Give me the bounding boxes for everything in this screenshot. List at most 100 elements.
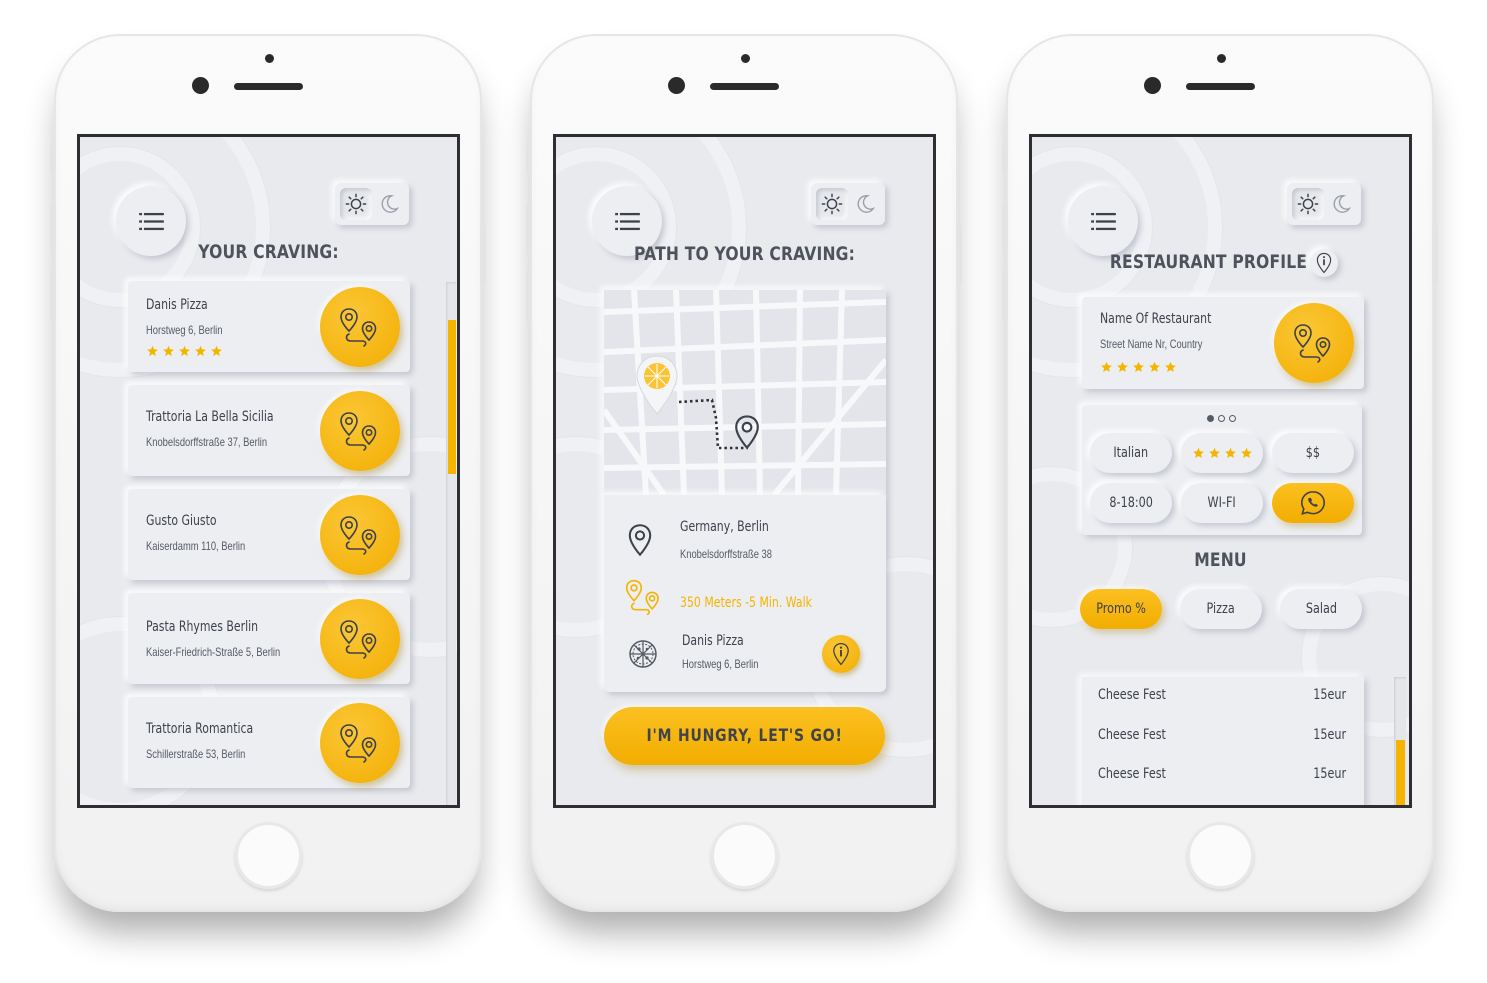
info-icon xyxy=(1315,252,1333,274)
route-button[interactable] xyxy=(320,495,400,575)
rating-stars xyxy=(1100,361,1177,373)
hours-chip[interactable]: 8-18:00 xyxy=(1090,483,1172,523)
front-camera xyxy=(741,54,750,63)
earpiece-speaker xyxy=(234,83,303,90)
price-label: $$ xyxy=(1305,445,1321,461)
destination-pin-icon xyxy=(732,414,762,450)
hamburger-icon xyxy=(1091,212,1116,231)
dark-mode-toggle[interactable] xyxy=(849,188,881,220)
carousel-dots[interactable] xyxy=(1207,415,1236,422)
theme-toggle[interactable] xyxy=(811,183,885,225)
menu-list: Cheese Fest 15eur Cheese Fest 15eur Chee… xyxy=(1082,677,1364,805)
carousel-dot[interactable] xyxy=(1207,415,1214,422)
restaurant-header-card: Name Of Restaurant Street Name Nr, Count… xyxy=(1082,297,1364,389)
tab-label: Salad xyxy=(1305,601,1337,617)
rating-stars xyxy=(146,345,223,357)
restaurant-card[interactable]: Danis Pizza Horstweg 6, Berlin xyxy=(128,281,410,372)
carousel-dot[interactable] xyxy=(1218,415,1225,422)
hours-label: 8-18:00 xyxy=(1109,495,1153,511)
menu-item-name: Cheese Fest xyxy=(1098,766,1166,782)
info-button[interactable] xyxy=(1310,249,1338,277)
lets-go-label: I'M HUNGRY, LET'S GO! xyxy=(646,726,843,746)
moon-icon xyxy=(1330,193,1352,215)
route-button[interactable] xyxy=(1274,303,1354,383)
light-mode-toggle[interactable] xyxy=(1291,188,1324,220)
walk-distance: 350 Meters -5 Min. Walk xyxy=(680,595,812,611)
restaurant-address: Horstweg 6, Berlin xyxy=(146,323,223,337)
restaurant-address: Kaiser-Friedrich-Straße 5, Berlin xyxy=(146,645,281,659)
star-icon xyxy=(194,345,207,357)
wifi-chip[interactable]: WI-FI xyxy=(1181,483,1263,523)
route-pins-icon xyxy=(1292,321,1336,365)
lets-go-button[interactable]: I'M HUNGRY, LET'S GO! xyxy=(604,707,885,765)
cuisine-chip[interactable]: Italian xyxy=(1090,433,1172,473)
dark-mode-toggle[interactable] xyxy=(373,188,405,220)
hamburger-icon xyxy=(615,212,640,231)
tab-label: Pizza xyxy=(1206,601,1236,617)
stars-chip[interactable] xyxy=(1181,433,1263,473)
phone-frame-1: YOUR CRAVING: Danis Pizza Horstweg 6, Be… xyxy=(50,34,486,912)
star-icon xyxy=(162,345,175,357)
home-button[interactable] xyxy=(711,822,778,889)
page-title: PATH TO YOUR CRAVING: xyxy=(633,243,856,265)
menu-item[interactable]: Cheese Fest 15eur xyxy=(1098,687,1346,703)
theme-toggle[interactable] xyxy=(335,183,409,225)
route-button[interactable] xyxy=(320,599,400,679)
restaurant-card[interactable]: Trattoria La Bella Sicilia Knobelsdorffs… xyxy=(128,385,410,476)
current-location-city: Germany, Berlin xyxy=(680,519,769,535)
page-title: YOUR CRAVING: xyxy=(198,241,339,263)
route-button[interactable] xyxy=(320,703,400,783)
price-chip[interactable]: $$ xyxy=(1272,433,1354,473)
whatsapp-button[interactable] xyxy=(1272,483,1354,523)
light-mode-toggle[interactable] xyxy=(339,188,372,220)
menu-item-name: Cheese Fest xyxy=(1098,727,1166,743)
route-button[interactable] xyxy=(320,391,400,471)
restaurant-name: Danis Pizza xyxy=(146,297,208,313)
sun-icon xyxy=(1297,193,1319,215)
dark-mode-toggle[interactable] xyxy=(1325,188,1357,220)
restaurant-address: Kaiserdamm 110, Berlin xyxy=(146,539,246,553)
info-button[interactable] xyxy=(822,635,860,673)
earpiece-speaker xyxy=(1186,83,1255,90)
tab-pizza[interactable]: Pizza xyxy=(1180,589,1262,629)
sun-icon xyxy=(821,193,843,215)
tab-salad[interactable]: Salad xyxy=(1280,589,1362,629)
restaurant-name: Trattoria La Bella Sicilia xyxy=(146,409,274,425)
menu-item-price: 15eur xyxy=(1313,727,1346,743)
menu-scrollbar-thumb[interactable] xyxy=(1396,740,1405,805)
light-mode-toggle[interactable] xyxy=(815,188,848,220)
star-icon xyxy=(210,345,223,357)
theme-toggle[interactable] xyxy=(1287,183,1361,225)
route-map[interactable] xyxy=(604,290,886,495)
tab-promo[interactable]: Promo % xyxy=(1080,589,1162,629)
restaurant-address: Knobelsdorffstraße 37, Berlin xyxy=(146,435,268,449)
menu-button[interactable] xyxy=(1068,186,1138,256)
carousel-dot[interactable] xyxy=(1229,415,1236,422)
star-icon xyxy=(146,345,159,357)
current-location-street: Knobelsdorffstraße 38 xyxy=(680,547,772,561)
menu-item-price: 15eur xyxy=(1313,766,1346,782)
menu-item[interactable]: Cheese Fest 15eur xyxy=(1098,727,1346,743)
scrollbar-thumb[interactable] xyxy=(448,320,456,474)
restaurant-card[interactable]: Gusto Giusto Kaiserdamm 110, Berlin xyxy=(128,489,410,580)
route-pins-icon xyxy=(338,409,382,453)
whatsapp-icon xyxy=(1299,489,1327,517)
home-button[interactable] xyxy=(1187,822,1254,889)
hamburger-icon xyxy=(139,212,164,231)
destination-name: Danis Pizza xyxy=(682,633,744,649)
sun-icon xyxy=(345,193,367,215)
restaurant-info-grid: Italian $$ 8-18:00 WI-FI xyxy=(1082,405,1362,535)
home-button[interactable] xyxy=(235,822,302,889)
menu-item[interactable]: Cheese Fest 15eur xyxy=(1098,766,1346,782)
pizza-icon xyxy=(628,639,658,669)
restaurant-name: Pasta Rhymes Berlin xyxy=(146,619,259,635)
restaurant-card[interactable]: Pasta Rhymes Berlin Kaiser-Friedrich-Str… xyxy=(128,593,410,684)
star-icon xyxy=(1116,361,1129,373)
front-camera xyxy=(265,54,274,63)
restaurant-map-pin[interactable] xyxy=(634,354,680,416)
location-pin-icon xyxy=(626,523,654,557)
star-icon xyxy=(1148,361,1161,373)
restaurant-card[interactable]: Trattoria Romantica Schillerstraße 53, B… xyxy=(128,697,410,788)
route-button[interactable] xyxy=(320,287,400,367)
restaurant-address: Schillerstraße 53, Berlin xyxy=(146,747,246,761)
